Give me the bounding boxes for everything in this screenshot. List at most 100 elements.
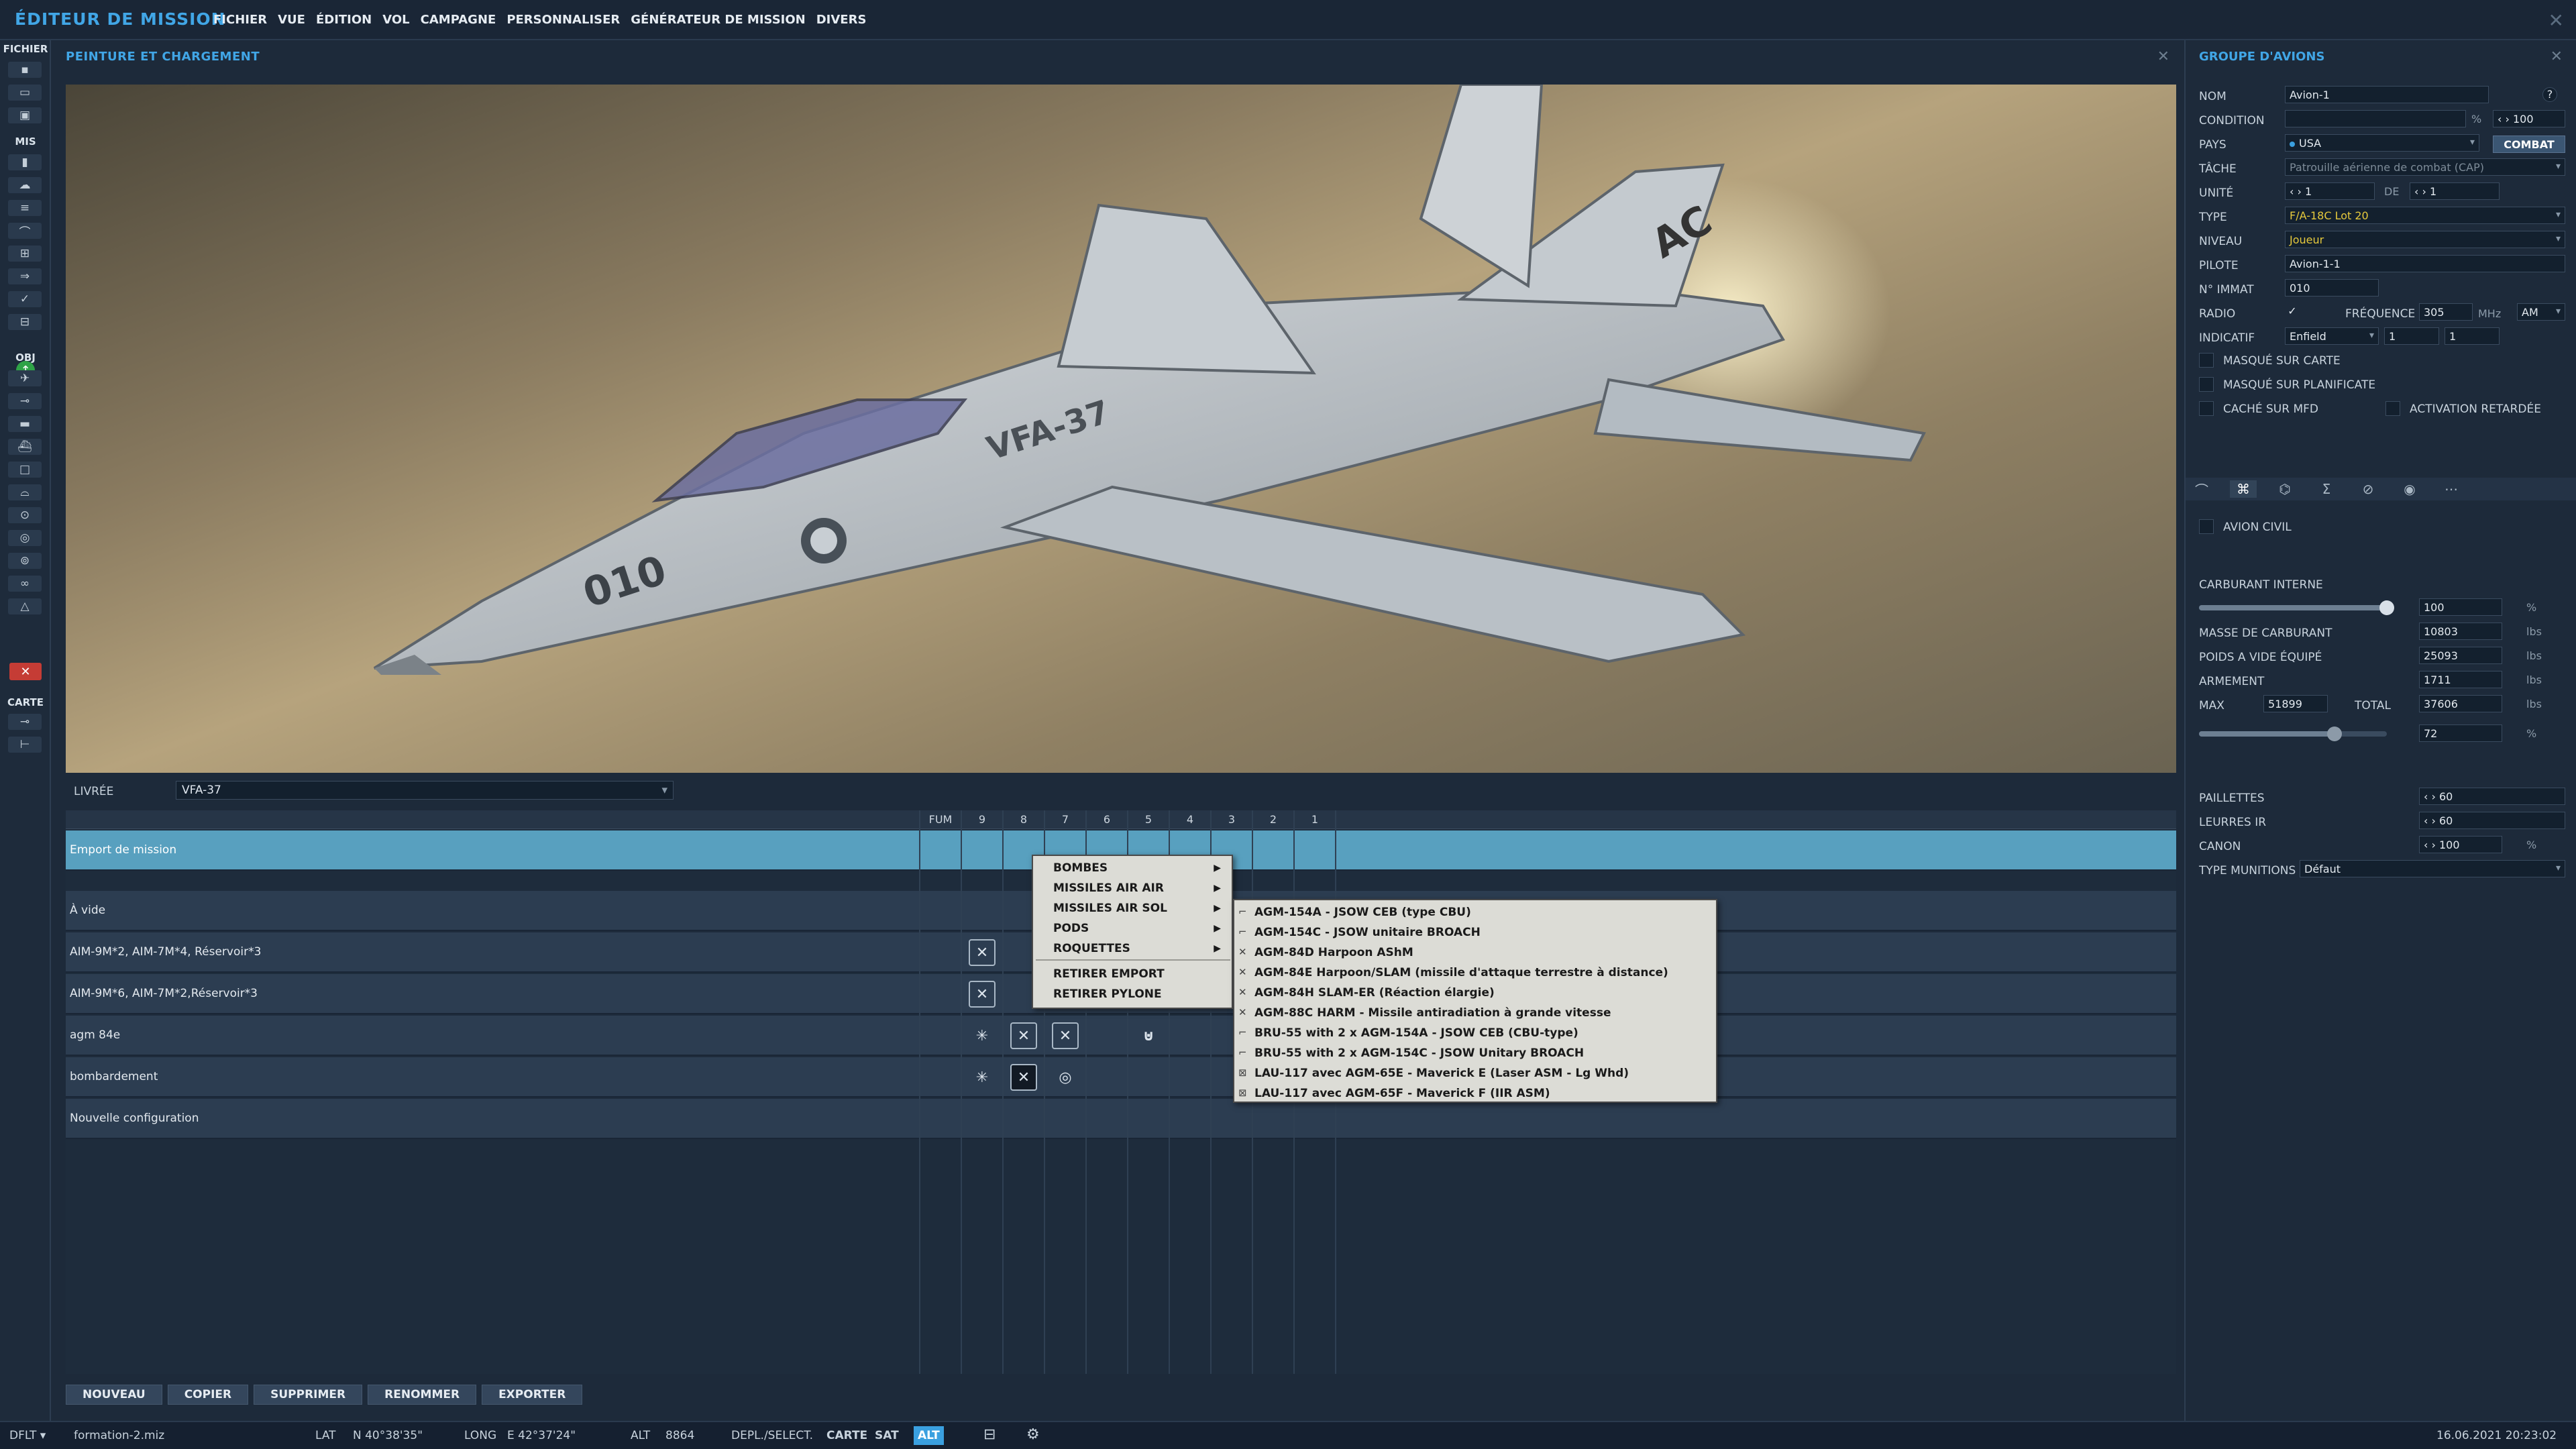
link-icon[interactable]: ∞ [8, 576, 42, 592]
hidden-on-planner-checkbox[interactable] [2199, 377, 2214, 392]
more-tab-icon[interactable]: ⋯ [2438, 480, 2465, 498]
menu-campagne[interactable]: CAMPAGNE [421, 13, 496, 27]
pilot-input[interactable]: Avion-1-1 [2285, 255, 2565, 272]
radio-tab-icon[interactable]: ◉ [2396, 480, 2423, 498]
flares-spinner[interactable]: ‹ › 60 [2419, 812, 2565, 829]
copy-button[interactable]: COPIER [167, 1385, 249, 1405]
loadout-row-new[interactable]: Nouvelle configuration [66, 1099, 2176, 1139]
failures-tab-icon[interactable]: ⊘ [2355, 480, 2381, 498]
hidden-on-mfd-checkbox[interactable] [2199, 401, 2214, 416]
submenu-item[interactable]: BRU-55 with 2 x AGM-154A - JSOW CEB (CBU… [1254, 1026, 1578, 1040]
radio-checkbox[interactable]: ✓ [2285, 305, 2300, 319]
livery-select[interactable]: VFA-37 ▾ [176, 781, 674, 800]
map-layer-icon[interactable]: ⊟ [983, 1426, 996, 1443]
modulation-select[interactable]: AM ▾ [2517, 303, 2565, 321]
check-icon[interactable]: ✓ [8, 291, 42, 307]
missile-icon[interactable]: ✕ [969, 981, 996, 1008]
civil-aircraft-checkbox[interactable] [2199, 519, 2214, 534]
map-view-button[interactable]: CARTE [822, 1426, 871, 1445]
new-button[interactable]: NOUVEAU [66, 1385, 162, 1405]
submenu-item[interactable]: LAU-117 avec AGM-65E - Maverick E (Laser… [1254, 1067, 1629, 1080]
shapes-icon[interactable]: △ [8, 598, 42, 614]
submenu-item[interactable]: AGM-154C - JSOW unitaire BROACH [1254, 926, 1481, 939]
panel-close-icon[interactable]: ✕ [2157, 48, 2169, 65]
fuel-slider[interactable] [2199, 600, 2394, 615]
delete-button[interactable]: SUPPRIMER [254, 1385, 363, 1405]
submenu-item[interactable]: AGM-84E Harpoon/SLAM (missile d'attaque … [1254, 966, 1668, 979]
help-icon[interactable]: ? [2542, 87, 2557, 102]
loadout-row-agm84e[interactable]: agm 84e ✳ ✕ ✕ ⊍ [66, 1016, 2176, 1056]
unit-total-spinner[interactable]: ‹ › 1 [2410, 182, 2500, 200]
fuel-input[interactable]: 100 [2419, 598, 2502, 616]
weather-icon[interactable]: ☁ [8, 177, 42, 193]
settings-gear-icon[interactable]: ⚙ [1026, 1426, 1040, 1443]
add-icon[interactable]: ⊞ [8, 246, 42, 262]
triggered-actions-tab-icon[interactable]: ⌬ [2271, 480, 2298, 498]
save-file-icon[interactable]: ▣ [8, 107, 42, 123]
submenu-item[interactable]: LAU-117 avec AGM-65F - Maverick F (IIR A… [1254, 1087, 1550, 1100]
template-icon[interactable]: ⌓ [8, 484, 42, 500]
task-select[interactable]: Patrouille aérienne de combat (CAP) ▾ [2285, 158, 2565, 176]
map-key-icon[interactable]: ⊸ [8, 714, 42, 730]
menu-personnaliser[interactable]: PERSONNALISER [506, 13, 620, 27]
menu-item-missiles-air-sol[interactable]: MISSILES AIR SOL [1053, 902, 1167, 915]
menu-divers[interactable]: DIVERS [816, 13, 867, 27]
map-mode[interactable]: DFLT ▾ [9, 1429, 46, 1442]
chaff-spinner[interactable]: ‹ › 60 [2419, 788, 2565, 805]
static-object-icon[interactable]: □ [8, 462, 42, 478]
helicopter-group-icon[interactable]: ⊸ [8, 393, 42, 409]
window-close-icon[interactable]: ✕ [2548, 9, 2564, 32]
menu-vol[interactable]: VOL [382, 13, 409, 27]
rename-button[interactable]: RENOMMER [368, 1385, 477, 1405]
fuel-slider-knob[interactable] [2379, 600, 2394, 615]
callsign-select[interactable]: Enfield ▾ [2285, 327, 2379, 345]
callsign-number-2[interactable]: 1 [2445, 327, 2500, 345]
ground-unit-icon[interactable]: ▬ [8, 416, 42, 432]
menu-item-missiles-air-air[interactable]: MISSILES AIR AIR [1053, 881, 1164, 895]
briefing-icon[interactable]: ≡ [8, 200, 42, 216]
unit-spinner[interactable]: ‹ › 1 [2285, 182, 2375, 200]
trigger-icon[interactable]: ⇒ [8, 268, 42, 284]
type-select[interactable]: F/A-18C Lot 20 ▾ [2285, 207, 2565, 224]
skill-select[interactable]: Joueur ▾ [2285, 231, 2565, 248]
combat-button[interactable]: COMBAT [2493, 136, 2565, 153]
condition-spinner[interactable]: ‹ › 100 [2493, 110, 2565, 127]
late-activation-checkbox[interactable] [2385, 401, 2400, 416]
loadout-row-bombing[interactable]: bombardement ✳ ✕ ◎ [66, 1057, 2176, 1097]
small-missile-icon[interactable]: ✳ [969, 1064, 996, 1091]
menu-vue[interactable]: VUE [278, 13, 305, 27]
menu-generateur[interactable]: GÉNÉRATEUR DE MISSION [631, 13, 805, 27]
menu-item-pods[interactable]: PODS [1053, 922, 1089, 935]
menu-item-retirer-pylone[interactable]: RETIRER PYLONE [1053, 987, 1162, 1001]
menu-edition[interactable]: ÉDITION [316, 13, 372, 27]
menu-item-roquettes[interactable]: ROQUETTES [1053, 942, 1130, 955]
condition-input[interactable] [2285, 110, 2466, 127]
aircraft-preview[interactable]: 010 VFA-37 AC [66, 85, 2176, 773]
menu-fichier[interactable]: FICHIER [213, 13, 267, 27]
new-file-icon[interactable]: ▪ [8, 62, 42, 78]
target-icon[interactable]: ⊚ [8, 553, 42, 569]
harpoon-icon[interactable]: ✕ [1052, 1022, 1079, 1049]
mission-goals-icon[interactable]: ▮ [8, 154, 42, 170]
harpoon-icon[interactable]: ✕ [1010, 1022, 1037, 1049]
timeline-icon[interactable]: ⊟ [8, 314, 42, 330]
gun-spinner[interactable]: ‹ › 100 [2419, 836, 2502, 853]
zone-icon[interactable]: ◎ [8, 530, 42, 546]
flight-path-icon[interactable]: ⌒ [8, 223, 42, 239]
submenu-item[interactable]: BRU-55 with 2 x AGM-154C - JSOW Unitary … [1254, 1046, 1584, 1060]
delete-icon[interactable]: ✕ [9, 663, 42, 680]
open-file-icon[interactable]: ▭ [8, 85, 42, 101]
altitude-view-button[interactable]: ALT [914, 1426, 944, 1445]
group-panel-close-icon[interactable]: ✕ [2551, 48, 2563, 65]
ruler-icon[interactable]: ⊢ [8, 737, 42, 753]
aircraft-group-icon[interactable]: ✈ [8, 370, 42, 386]
menu-item-bombes[interactable]: BOMBES [1053, 861, 1108, 875]
pod-icon[interactable]: ⊍ [1135, 1022, 1162, 1049]
callsign-number-1[interactable]: 1 [2384, 327, 2439, 345]
waypoint-icon[interactable]: ⊙ [8, 507, 42, 523]
export-button[interactable]: EXPORTER [482, 1385, 583, 1405]
tank-icon[interactable]: ◎ [1052, 1064, 1079, 1091]
satellite-view-button[interactable]: SAT [871, 1426, 903, 1445]
tail-number-input[interactable]: 010 [2285, 279, 2379, 297]
name-input[interactable]: Avion-1 [2285, 86, 2489, 103]
